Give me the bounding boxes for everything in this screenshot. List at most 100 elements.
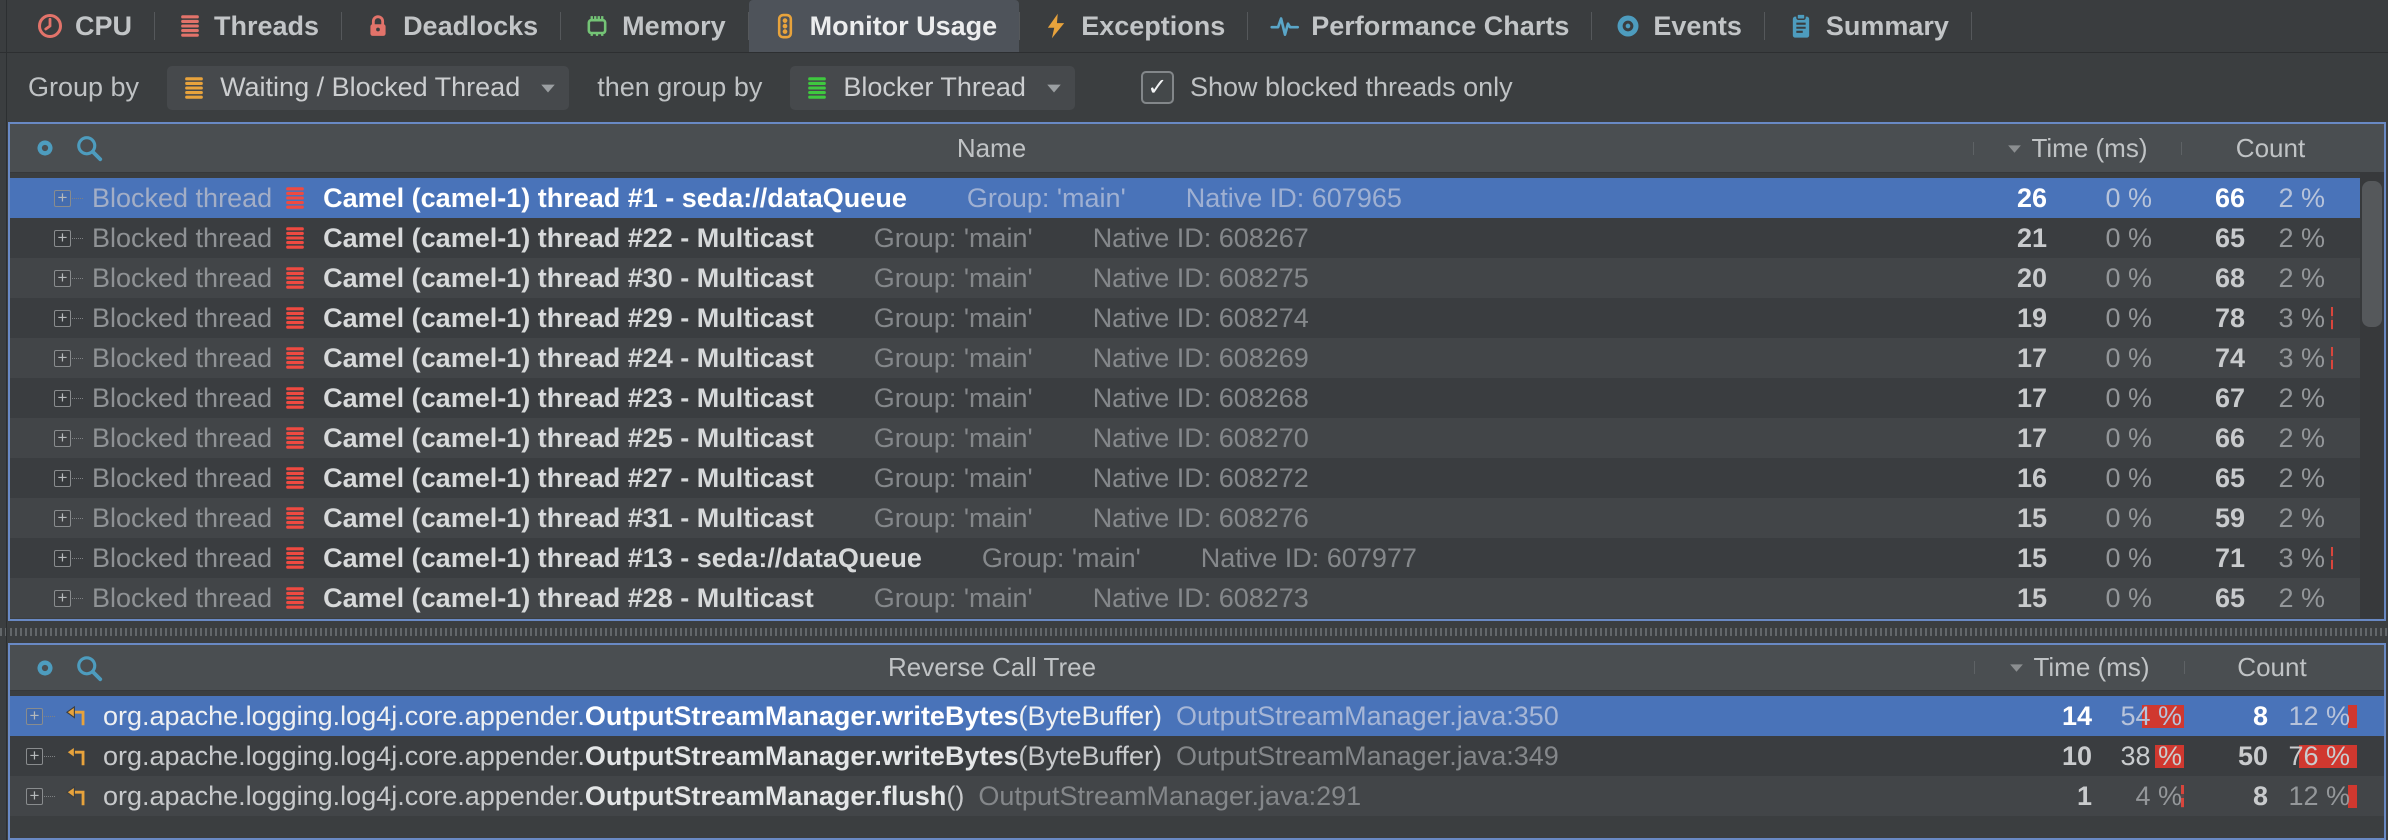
call-tree-row[interactable]: +org.apache.logging.log4j.core.appender.… xyxy=(10,736,2384,776)
column-header-count[interactable]: Count xyxy=(2184,652,2360,683)
blocked-thread-row[interactable]: +Blocked threadCamel (camel-1) thread #2… xyxy=(10,218,2360,258)
blocked-thread-row[interactable]: +Blocked threadCamel (camel-1) thread #3… xyxy=(10,258,2360,298)
percent-cell: 2 % xyxy=(2245,183,2333,214)
value: 21 xyxy=(2017,223,2047,253)
expand-toggle[interactable]: + xyxy=(54,470,71,487)
tab-cpu[interactable]: CPU xyxy=(14,0,154,52)
thread-native-id: Native ID: 608269 xyxy=(1093,343,1309,374)
percent-cell: 0 % xyxy=(2047,583,2160,614)
percent-value: 3 % xyxy=(2278,303,2325,333)
value: 14 xyxy=(2062,701,2092,731)
reverse-call-icon xyxy=(63,783,89,809)
value-cell: 8 xyxy=(2184,781,2268,812)
source-location: OutputStreamManager.java:350 xyxy=(1176,701,1559,732)
search-icon[interactable] xyxy=(74,133,104,163)
method-name-cell: +org.apache.logging.log4j.core.appender.… xyxy=(10,741,2000,772)
tab-memory[interactable]: Memory xyxy=(561,0,748,52)
expand-toggle[interactable]: + xyxy=(26,788,43,805)
percent-value: 4 % xyxy=(2135,781,2182,811)
expand-toggle[interactable]: + xyxy=(54,310,71,327)
value-cell: 16 xyxy=(1967,463,2047,494)
tab-performance-charts[interactable]: Performance Charts xyxy=(1248,0,1591,52)
tree-connector xyxy=(44,796,55,797)
then-group-by-dropdown[interactable]: Blocker Thread xyxy=(790,66,1075,110)
blocked-thread-state-icon xyxy=(282,385,308,411)
tab-events[interactable]: Events xyxy=(1592,0,1764,52)
call-tree-row[interactable]: +org.apache.logging.log4j.core.appender.… xyxy=(10,696,2384,736)
blocked-thread-row[interactable]: +Blocked threadCamel (camel-1) thread #2… xyxy=(10,578,2360,618)
column-header-time[interactable]: Time (ms) xyxy=(1974,652,2184,683)
show-blocked-threads-checkbox[interactable]: ✓ Show blocked threads only xyxy=(1141,71,1513,104)
blocked-thread-row[interactable]: +Blocked threadCamel (camel-1) thread #2… xyxy=(10,338,2360,378)
blocked-threads-rows: +Blocked threadCamel (camel-1) thread #1… xyxy=(10,173,2360,618)
gear-icon[interactable] xyxy=(30,653,60,683)
then-group-by-value: Blocker Thread xyxy=(843,72,1026,103)
expand-toggle[interactable]: + xyxy=(54,230,71,247)
expand-toggle[interactable]: + xyxy=(26,748,43,765)
tab-monitor-usage[interactable]: Monitor Usage xyxy=(749,0,1020,52)
tab-threads[interactable]: Threads xyxy=(155,0,341,52)
percent-cell: 0 % xyxy=(2047,383,2160,414)
thread-native-id: Native ID: 608276 xyxy=(1093,503,1309,534)
blocked-thread-row[interactable]: +Blocked threadCamel (camel-1) thread #2… xyxy=(10,458,2360,498)
thread-native-id: Native ID: 608268 xyxy=(1093,383,1309,414)
column-header-name[interactable]: Name xyxy=(10,133,1973,164)
column-header-reverse-call-tree[interactable]: Reverse Call Tree xyxy=(10,652,1974,683)
value-cell: 21 xyxy=(1967,223,2047,254)
thread-name-cell: +Blocked threadCamel (camel-1) thread #2… xyxy=(10,343,1967,374)
tab-summary[interactable]: Summary xyxy=(1765,0,1971,52)
column-header-count[interactable]: Count xyxy=(2181,133,2360,164)
percent-value: 0 % xyxy=(2105,423,2152,453)
expand-toggle[interactable]: + xyxy=(54,590,71,607)
expand-toggle[interactable]: + xyxy=(26,708,43,725)
call-tree-row[interactable]: +org.apache.logging.log4j.core.appender.… xyxy=(10,776,2384,816)
blocked-thread-row[interactable]: +Blocked threadCamel (camel-1) thread #2… xyxy=(10,378,2360,418)
percent-value: 2 % xyxy=(2278,183,2325,213)
thread-native-id: Native ID: 608272 xyxy=(1093,463,1309,494)
blocked-thread-row[interactable]: +Blocked threadCamel (camel-1) thread #2… xyxy=(10,418,2360,458)
percent-cell: 0 % xyxy=(2047,343,2160,374)
blocked-thread-row[interactable]: +Blocked threadCamel (camel-1) thread #1… xyxy=(10,538,2360,578)
value-cell: 10 xyxy=(2000,741,2092,772)
expand-toggle[interactable]: + xyxy=(54,190,71,207)
expand-toggle[interactable]: + xyxy=(54,390,71,407)
tree-connector xyxy=(72,358,83,359)
tab-separator xyxy=(1971,12,1972,40)
thread-name-cell: +Blocked threadCamel (camel-1) thread #3… xyxy=(10,263,1967,294)
scrollbar-thumb[interactable] xyxy=(2362,181,2382,327)
blocked-thread-row[interactable]: +Blocked threadCamel (camel-1) thread #1… xyxy=(10,178,2360,218)
percent-cell: 3 % xyxy=(2245,543,2333,574)
blocked-thread-label: Blocked thread xyxy=(92,263,272,294)
column-header-time[interactable]: Time (ms) xyxy=(1973,133,2181,164)
expand-toggle[interactable]: + xyxy=(54,350,71,367)
thread-group: Group: 'main' xyxy=(874,383,1033,414)
tab-exceptions[interactable]: Exceptions xyxy=(1020,0,1247,52)
percent-cell: 0 % xyxy=(2047,263,2160,294)
blocked-thread-label: Blocked thread xyxy=(92,543,272,574)
percent-cell: 0 % xyxy=(2047,223,2160,254)
search-icon[interactable] xyxy=(74,653,104,683)
panel-splitter[interactable] xyxy=(0,621,2388,643)
blocked-thread-row[interactable]: +Blocked threadCamel (camel-1) thread #3… xyxy=(10,498,2360,538)
blocked-thread-row[interactable]: +Blocked threadCamel (camel-1) thread #2… xyxy=(10,298,2360,338)
group-by-dropdown[interactable]: Waiting / Blocked Thread xyxy=(167,66,569,110)
tree-connector xyxy=(72,478,83,479)
blocker-thread-icon xyxy=(804,75,830,101)
vertical-scrollbar[interactable] xyxy=(2360,173,2384,619)
value: 10 xyxy=(2062,741,2092,771)
tab-deadlocks[interactable]: Deadlocks xyxy=(342,0,560,52)
percent-value: 2 % xyxy=(2278,503,2325,533)
expand-toggle[interactable]: + xyxy=(54,430,71,447)
expand-toggle[interactable]: + xyxy=(54,550,71,567)
thread-group: Group: 'main' xyxy=(874,223,1033,254)
value-cell: 71 xyxy=(2160,543,2245,574)
value: 66 xyxy=(2215,183,2245,213)
expand-toggle[interactable]: + xyxy=(54,270,71,287)
value-cell: 17 xyxy=(1967,423,2047,454)
value-cell: 66 xyxy=(2160,423,2245,454)
expand-toggle[interactable]: + xyxy=(54,510,71,527)
value: 8 xyxy=(2253,781,2268,811)
percent-cell: 3 % xyxy=(2245,343,2333,374)
gear-icon[interactable] xyxy=(30,133,60,163)
percent-value: 0 % xyxy=(2105,463,2152,493)
